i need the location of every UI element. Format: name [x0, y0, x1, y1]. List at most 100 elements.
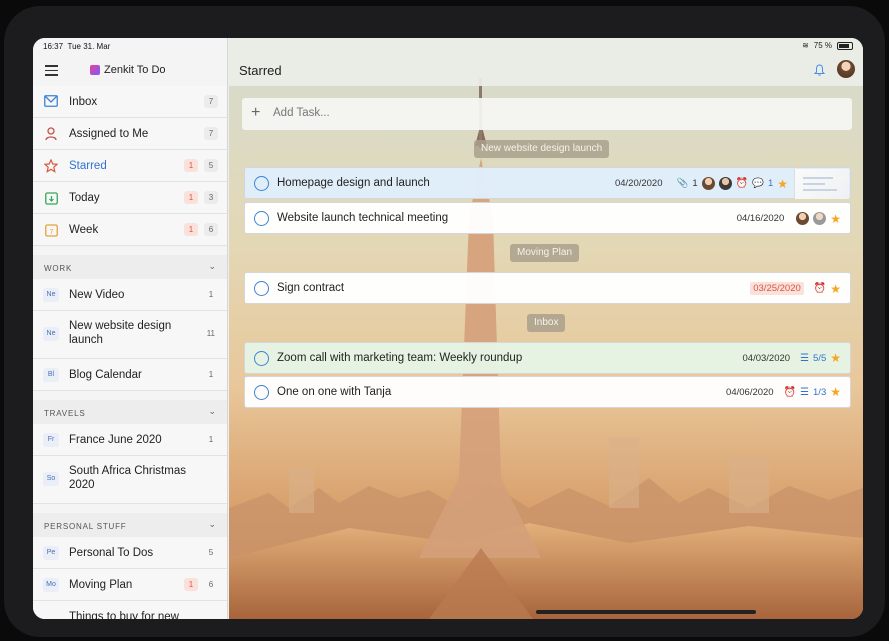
sidebar-list-item[interactable]: Fr France June 2020 1 — [33, 424, 227, 456]
checklist-icon: ☰ — [800, 386, 810, 398]
due-date: 04/16/2020 — [736, 213, 785, 224]
section-title: PERSONAL STUFF — [44, 522, 127, 531]
task-checkbox[interactable] — [254, 351, 269, 366]
attachment-count: 1 — [692, 178, 698, 189]
sidebar-item-today[interactable]: Today 1 3 — [33, 182, 227, 214]
add-task-input[interactable]: + Add Task... — [242, 98, 852, 130]
status-time-date: 16:37 Tue 31. Mar — [43, 42, 110, 51]
task-row[interactable]: Homepage design and launch 04/20/2020 📎 … — [244, 167, 851, 199]
star-icon[interactable]: ★ — [830, 386, 841, 398]
sidebar-item-label: Assigned to Me — [69, 128, 149, 140]
due-date: 04/06/2020 — [726, 386, 774, 398]
list-avatar: Pe — [43, 546, 59, 560]
task-checkbox[interactable] — [254, 176, 269, 191]
list-label: Personal To Dos — [69, 547, 154, 559]
task-title: Website launch technical meeting — [277, 212, 449, 224]
sidebar-list-item[interactable]: Bl Blog Calendar 1 — [33, 359, 227, 391]
assignee-avatar — [718, 177, 732, 190]
sidebar-item-label: Inbox — [69, 96, 98, 108]
item-count: 7 — [204, 127, 218, 140]
sidebar-header: Zenkit To Do — [33, 56, 227, 86]
sidebar-list-item[interactable]: Ne New website design launch 11 — [33, 311, 227, 359]
chevron-down-icon: ⌄ — [208, 519, 216, 529]
star-icon[interactable]: ★ — [777, 178, 788, 190]
item-count: 6 — [208, 580, 214, 589]
sidebar-item-starred[interactable]: Starred 1 5 — [33, 150, 227, 182]
task-checkbox[interactable] — [254, 385, 269, 400]
section-header-work[interactable]: WORK ⌄ — [33, 255, 227, 279]
section-title: WORK — [44, 264, 73, 273]
home-indicator[interactable] — [536, 610, 756, 614]
status-time: 16:37 — [43, 42, 64, 51]
person-icon — [44, 127, 58, 141]
sidebar-item-assigned[interactable]: Assigned to Me 7 — [33, 118, 227, 150]
task-row[interactable]: One on one with Tanja 04/06/2020 ⏰ ☰ 1/3… — [244, 376, 851, 408]
sidebar-list-item[interactable]: Mo Moving Plan 1 6 — [33, 569, 227, 601]
menu-icon[interactable] — [45, 65, 58, 76]
list-label: Blog Calendar — [69, 369, 142, 381]
chevron-down-icon: ⌄ — [208, 406, 216, 416]
sidebar-item-week[interactable]: 7 Week 1 6 — [33, 214, 227, 246]
group-label: Inbox — [527, 314, 566, 332]
checklist-icon: ☰ — [800, 352, 810, 364]
calendar-week-icon: 7 — [44, 223, 58, 237]
calendar-today-icon — [44, 191, 58, 205]
sidebar-list-item[interactable]: Ne New Video 1 — [33, 279, 227, 311]
sidebar-list-item[interactable]: Pe Personal To Dos 5 — [33, 537, 227, 569]
task-meta: 04/03/2020 ☰ 5/5 ★ — [743, 352, 842, 364]
item-count: 1 — [208, 435, 214, 444]
task-title: One on one with Tanja — [277, 386, 392, 398]
task-row[interactable]: Sign contract 03/25/2020 ⏰ ★ — [244, 272, 851, 304]
due-date: 04/20/2020 — [614, 178, 663, 189]
checklist-progress: 5/5 — [813, 352, 827, 364]
attachment-thumbnail[interactable] — [794, 169, 849, 199]
list-label: Things to buy for new — [69, 611, 179, 619]
list-label: New Video — [69, 289, 125, 301]
task-title: Sign contract — [277, 282, 345, 294]
sidebar-item-inbox[interactable]: Inbox 7 — [33, 86, 227, 118]
page-title: Starred — [239, 63, 282, 78]
list-label: France June 2020 — [69, 434, 162, 446]
assignee-avatar — [701, 177, 715, 190]
assignee-avatar — [796, 212, 810, 225]
section-header-personal[interactable]: PERSONAL STUFF ⌄ — [33, 513, 227, 537]
status-date: Tue 31. Mar — [67, 42, 111, 51]
star-icon[interactable]: ★ — [830, 213, 841, 225]
due-date-overdue: 03/25/2020 — [750, 282, 804, 295]
task-row[interactable]: Zoom call with marketing team: Weekly ro… — [244, 342, 851, 374]
alarm-icon: ⏰ — [813, 283, 827, 294]
item-count: 7 — [204, 95, 218, 108]
sidebar-list-item[interactable]: So South Africa Christmas 2020 — [33, 456, 227, 504]
user-avatar[interactable] — [837, 60, 855, 78]
section-title: TRAVELS — [44, 409, 86, 418]
comment-icon: 💬 — [752, 178, 764, 189]
sidebar: 16:37 Tue 31. Mar Zenkit To Do Inbox 7 A… — [33, 38, 228, 619]
task-checkbox[interactable] — [254, 211, 269, 226]
item-count: 11 — [206, 329, 215, 338]
list-avatar: Fr — [43, 433, 59, 447]
task-meta: 03/25/2020 ⏰ ★ — [750, 282, 841, 295]
section-header-travels[interactable]: TRAVELS ⌄ — [33, 400, 227, 424]
battery-icon — [837, 41, 853, 50]
list-label: Moving Plan — [69, 579, 133, 591]
status-indicators: ≋ 75 % — [802, 41, 853, 50]
tablet-frame: 16:37 Tue 31. Mar Zenkit To Do Inbox 7 A… — [4, 6, 885, 637]
list-avatar: Ne — [43, 327, 59, 341]
add-task-placeholder: Add Task... — [273, 107, 330, 119]
star-icon[interactable]: ★ — [830, 283, 841, 295]
group-label: Moving Plan — [510, 244, 580, 262]
sidebar-list-item[interactable]: Things to buy for new — [33, 601, 227, 619]
overdue-count: 1 — [184, 223, 198, 236]
task-row[interactable]: Website launch technical meeting 04/16/2… — [244, 202, 851, 234]
item-count: 1 — [208, 370, 214, 379]
svg-text:7: 7 — [49, 229, 53, 236]
due-date: 04/03/2020 — [742, 352, 791, 364]
task-checkbox[interactable] — [254, 281, 269, 296]
item-count: 3 — [204, 191, 218, 204]
list-avatar: Ne — [43, 288, 59, 302]
list-label: New website design launch — [69, 320, 172, 346]
item-count: 5 — [208, 548, 214, 557]
star-icon[interactable]: ★ — [830, 352, 841, 364]
bell-icon[interactable] — [813, 64, 826, 79]
app-name: Zenkit To Do — [104, 64, 166, 76]
